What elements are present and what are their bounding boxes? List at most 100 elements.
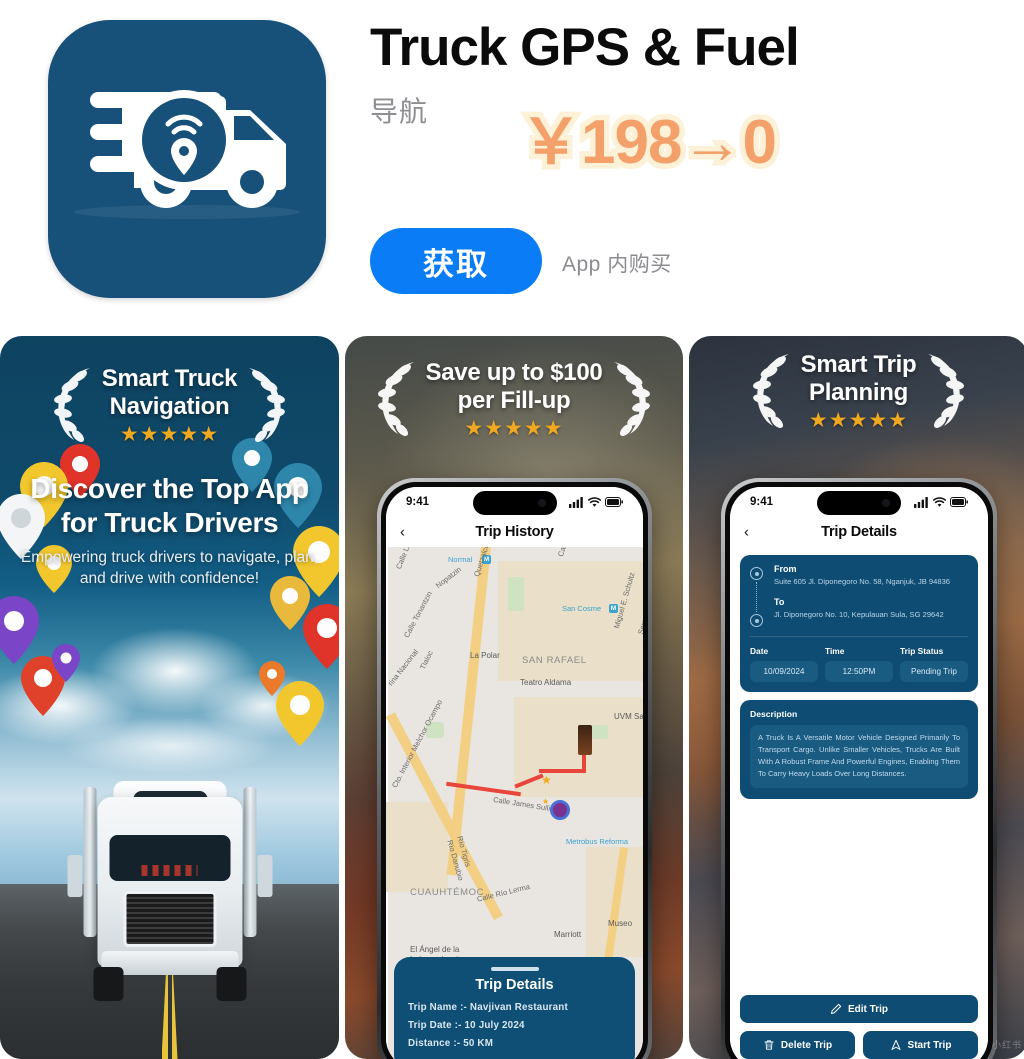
trip-time-field: Time 12:50PM: [825, 646, 893, 682]
map-label: SAN RAFAEL: [522, 655, 587, 666]
card3-phone-mockup: 9:41 ‹ Trip Details From Suite 605 Jl. D…: [721, 478, 997, 1059]
map-star-marker[interactable]: ★: [541, 773, 552, 787]
card1-headline-line2: for Truck Drivers: [60, 506, 279, 538]
screen-title: Trip Details: [821, 524, 897, 540]
map-label: Normal: [448, 555, 473, 564]
screenshot-gallery[interactable]: Smart Truck Navigation ★★★★★ Discover th…: [0, 336, 1024, 1059]
drag-handle[interactable]: [490, 967, 539, 971]
route-dashed-line: [756, 582, 766, 612]
get-button[interactable]: 获取: [370, 228, 542, 294]
time-label: Time: [825, 646, 845, 656]
card1-award-line1: Smart Truck: [101, 364, 238, 392]
to-label: To: [774, 597, 785, 607]
app-icon: [48, 20, 326, 298]
trip-details-body: From Suite 605 Jl. Diponegoro No. 58, Ng…: [730, 547, 988, 1059]
card3-star-rating: ★★★★★: [808, 409, 909, 433]
status-time: 9:41: [750, 496, 774, 508]
dynamic-island: [817, 491, 901, 515]
status-bar: 9:41: [386, 487, 643, 517]
map-label: La Polar: [470, 651, 500, 660]
app-store-listing-page: Truck GPS & Fuel 导航 ￥198→0 获取 App 内购买 Sm…: [0, 0, 1024, 1059]
map-label: Museo: [608, 919, 633, 928]
date-value[interactable]: 10/09/2024: [750, 661, 818, 682]
from-label: From: [774, 564, 797, 574]
battery-icon: [950, 497, 968, 507]
screenshot-card-3[interactable]: Smart Trip Planning ★★★★★ 9:41 ‹ Trip De…: [689, 336, 1024, 1059]
description-card: Description A Truck Is A Versatile Motor…: [740, 700, 978, 799]
cellular-signal-icon: [569, 496, 583, 508]
map-label: Marriott: [554, 930, 582, 939]
card2-award-line1: Save up to $100: [425, 358, 603, 386]
page-title: Truck GPS & Fuel: [370, 18, 800, 77]
trip-status-field: Trip Status Pending Trip: [900, 646, 968, 682]
card3-award-badge: Smart Trip Planning ★★★★★: [689, 350, 1024, 432]
map-label: CUAUHTÉMOC: [410, 887, 485, 898]
map-view[interactable]: Normal M Calle Lago Nopatzin Quetzalcoat…: [386, 547, 643, 1059]
card1-award-badge: Smart Truck Navigation ★★★★★: [0, 364, 339, 446]
date-label: Date: [750, 646, 769, 656]
delete-trip-label: Delete Trip: [780, 1039, 833, 1051]
start-trip-button[interactable]: Start Trip: [863, 1031, 978, 1059]
card2-award-badge: Save up to $100 per Fill-up ★★★★★: [345, 358, 683, 440]
status-bar: 9:41: [730, 487, 988, 517]
nav-bar: ‹ Trip History: [386, 517, 643, 547]
trip-details-title: Trip Details: [475, 977, 554, 993]
laurel-right-icon: [249, 368, 286, 443]
card2-phone-mockup: 9:41 ‹ Trip History Normal M Calle Lago …: [377, 478, 652, 1059]
map-building-marker: [578, 725, 592, 755]
screenshot-card-1[interactable]: Smart Truck Navigation ★★★★★ Discover th…: [0, 336, 339, 1059]
screenshot-card-2[interactable]: Save up to $100 per Fill-up ★★★★★ 9:41 ‹…: [345, 336, 683, 1059]
delete-trip-button[interactable]: Delete Trip: [740, 1031, 855, 1059]
card3-award-line1: Smart Trip: [800, 350, 917, 378]
nav-bar: ‹ Trip Details: [730, 517, 988, 547]
screen-title: Trip History: [475, 524, 554, 540]
dynamic-island: [472, 491, 557, 515]
app-category-subtitle: 导航: [370, 96, 429, 127]
trip-status-label: Trip Status: [900, 646, 944, 656]
time-value[interactable]: 12:50PM: [825, 661, 893, 682]
description-text: A Truck Is A Versatile Motor Vehicle Des…: [750, 725, 968, 788]
status-badge[interactable]: Pending Trip: [900, 661, 968, 682]
start-trip-label: Start Trip: [907, 1039, 952, 1051]
wifi-icon: [588, 496, 601, 507]
wifi-icon: [933, 496, 946, 507]
back-icon[interactable]: ‹: [400, 525, 405, 540]
route-rail: [750, 564, 766, 627]
action-button-row: Delete Trip Start Trip: [740, 1031, 978, 1059]
trip-name-row: Trip Name :- Navjivan Restaurant: [408, 1002, 568, 1013]
card2-award-line2: per Fill-up: [457, 386, 571, 414]
trip-meta-row: Date 10/09/2024 Time 12:50PM Trip Status: [750, 636, 968, 692]
cellular-signal-icon: [914, 496, 928, 508]
watermark: 小红书: [991, 1040, 1022, 1050]
route-card: From Suite 605 Jl. Diponegoro No. 58, Ng…: [740, 555, 978, 692]
map-label: Metrobus Reforma: [566, 837, 629, 846]
status-time: 9:41: [406, 496, 430, 508]
pencil-icon: [831, 1003, 842, 1014]
card3-award-line2: Planning: [809, 378, 908, 406]
trip-distance-row: Distance :- 50 KM: [408, 1038, 494, 1049]
card1-subtext: Empowering truck drivers to navigate, pl…: [20, 549, 319, 587]
trash-icon: [764, 1040, 774, 1050]
trip-date-row: Trip Date :- 10 July 2024: [408, 1020, 525, 1031]
laurel-right-icon: [614, 362, 651, 437]
card1-headline: Discover the Top App for Truck Drivers: [0, 472, 339, 539]
destination-pin-icon: [750, 614, 763, 627]
laurel-left-icon: [53, 368, 90, 443]
edit-trip-button[interactable]: Edit Trip: [740, 995, 978, 1023]
from-address: Suite 605 Jl. Diponegoro No. 58, Nganjuk…: [774, 577, 951, 586]
card1-star-rating: ★★★★★: [119, 423, 220, 447]
battery-icon: [605, 497, 623, 507]
in-app-purchase-note: App 内购买: [562, 253, 672, 276]
card1-headline-line1: Discover the Top App: [30, 473, 309, 504]
addresses: From Suite 605 Jl. Diponegoro No. 58, Ng…: [774, 564, 968, 627]
description-label: Description: [750, 709, 798, 719]
map-place-marker[interactable]: [550, 800, 570, 820]
card1-award-line2: Navigation: [109, 392, 230, 420]
card1-truck-illustration: [67, 751, 272, 1001]
navigation-arrow-icon: [891, 1039, 901, 1050]
card2-star-rating: ★★★★★: [464, 417, 564, 441]
map-label: Teatro Aldama: [520, 678, 572, 687]
back-icon[interactable]: ‹: [744, 525, 749, 540]
trip-date-field: Date 10/09/2024: [750, 646, 818, 682]
